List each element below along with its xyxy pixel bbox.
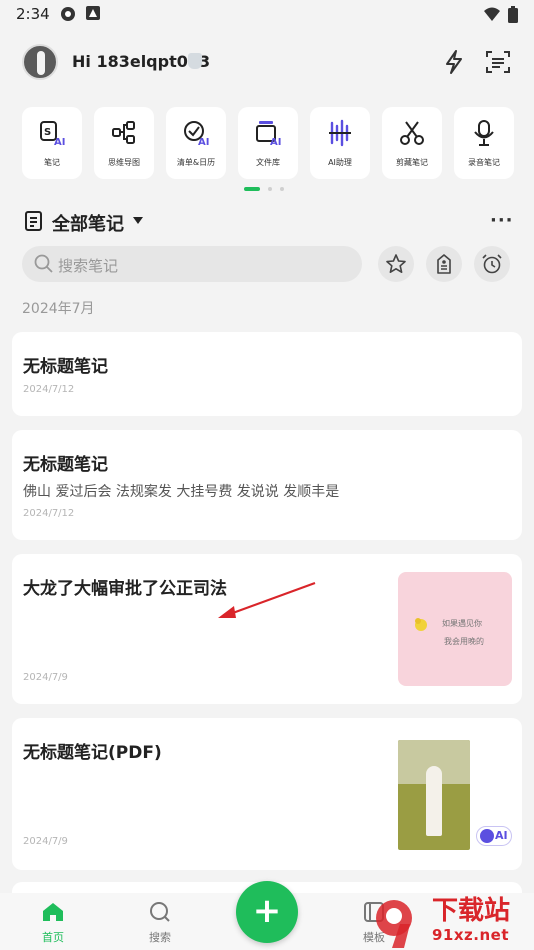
shortcut-clip[interactable]: 剪藏笔记: [382, 107, 442, 179]
pager-dot: [280, 187, 284, 191]
search-placeholder: 搜索笔记: [58, 257, 119, 275]
watermark-title: 下载站: [432, 896, 511, 926]
note-title: 大龙了大幅审批了公正司法: [23, 579, 227, 599]
note-date: 2024/7/12: [23, 384, 75, 395]
shortcut-row: S AI 笔记 思维导图 AI 清单&日历 AI 文件库 AI助理 剪藏笔记 录音…: [0, 107, 534, 179]
filelib-ai-icon: AI: [256, 121, 281, 147]
star-icon: [386, 254, 406, 273]
tab-search[interactable]: 搜索: [130, 901, 190, 945]
note-thumbnail: 如果遇见你 我会用晚的: [398, 572, 512, 686]
note-ai-icon: SAI: [40, 121, 65, 147]
caret-down-icon: [133, 217, 143, 224]
tab-home[interactable]: 首页: [23, 901, 83, 945]
note-card[interactable]: 无标题笔记 2024/7/12: [12, 332, 522, 416]
add-note-button[interactable]: +: [236, 881, 298, 943]
sticker-icon: [415, 618, 427, 631]
shortcut-label: 清单&日历: [176, 158, 216, 167]
shortcut-filelib[interactable]: AI 文件库: [238, 107, 298, 179]
note-title: 无标题笔记(PDF): [23, 743, 162, 763]
svg-text:S: S: [44, 127, 51, 138]
svg-text:AI: AI: [270, 137, 281, 147]
alarm-clock-icon: [482, 254, 502, 274]
watermark-url: 91xz.net: [432, 926, 510, 944]
app-status-icon: [61, 7, 75, 21]
more-options-icon[interactable]: ···: [490, 210, 514, 231]
note-title: 无标题笔记: [23, 455, 108, 475]
annotation-arrow: [218, 581, 316, 618]
wifi-icon: [484, 7, 500, 21]
note-excerpt: 佛山 爱过后会 法规案发 大挂号费 发说说 发顺丰是: [23, 484, 340, 500]
reminder-filter-button[interactable]: [474, 246, 510, 282]
shortcut-checklist[interactable]: AI 清单&日历: [166, 107, 226, 179]
tab-label: 搜索: [149, 931, 171, 944]
search-icon: [150, 902, 170, 922]
checklist-ai-icon: AI: [184, 121, 209, 147]
note-date: 2024/7/9: [23, 836, 68, 847]
ai-badge-label: AI: [495, 829, 508, 842]
search-input[interactable]: 搜索笔记: [22, 246, 362, 282]
shortcut-label: 录音笔记: [468, 158, 500, 167]
note-date: 2024/7/12: [23, 508, 75, 519]
pager-dot-active: [244, 187, 260, 191]
shortcut-label: AI助理: [328, 158, 352, 167]
watermark-logo: [376, 900, 412, 948]
note-card[interactable]: 大龙了大幅审批了公正司法 2024/7/9 如果遇见你 我会用晚的: [12, 554, 522, 704]
note-card[interactable]: 无标题笔记 佛山 爱过后会 法规案发 大挂号费 发说说 发顺丰是 2024/7/…: [12, 430, 522, 540]
tab-label: 首页: [42, 931, 64, 944]
shortcut-record[interactable]: 录音笔记: [454, 107, 514, 179]
scissors-icon: [400, 121, 424, 145]
plus-icon: +: [252, 891, 282, 931]
shortcut-label: 剪藏笔记: [396, 158, 428, 167]
thumbnail-text: 我会用晚的: [444, 637, 484, 646]
notebook-icon: [25, 211, 42, 231]
shortcut-ai-assistant[interactable]: AI助理: [310, 107, 370, 179]
shortcut-note[interactable]: S AI 笔记: [22, 107, 82, 179]
tag-icon: [437, 254, 451, 274]
section-title: 全部笔记: [52, 214, 124, 235]
favorite-filter-button[interactable]: [378, 246, 414, 282]
ai-badge[interactable]: AI: [476, 826, 512, 846]
shortcut-label: 文件库: [256, 158, 280, 167]
svg-text:AI: AI: [198, 137, 209, 147]
note-date: 2024/7/9: [23, 672, 68, 683]
tag-filter-button[interactable]: [426, 246, 462, 282]
lightning-icon[interactable]: [440, 48, 468, 76]
watermark: 下载站 91xz.net: [370, 888, 534, 950]
pager-dot: [268, 187, 272, 191]
status-time: 2:34: [16, 5, 50, 23]
notification-icon: [86, 6, 100, 20]
thumbnail-text: 如果遇见你: [442, 619, 482, 628]
vip-badge-icon[interactable]: [188, 53, 202, 69]
status-bar: 2:34: [0, 0, 534, 28]
svg-text:AI: AI: [54, 137, 65, 147]
scan-icon[interactable]: [484, 48, 512, 76]
battery-icon: [508, 6, 518, 23]
ai-badge-icon: [480, 829, 494, 843]
search-icon: [34, 254, 53, 273]
note-card[interactable]: 无标题笔记(PDF) 2024/7/9 AI: [12, 718, 522, 870]
shortcut-label: 笔记: [44, 158, 60, 167]
note-title: 无标题笔记: [23, 357, 108, 377]
ai-assistant-icon: [329, 119, 351, 147]
thumbnail-figure: [426, 766, 442, 836]
note-thumbnail: [398, 740, 470, 850]
microphone-icon: [474, 120, 494, 146]
home-icon: [43, 903, 63, 921]
shortcut-mindmap[interactable]: 思维导图: [94, 107, 154, 179]
app-header: Hi 183elqpt063: [0, 36, 534, 92]
mindmap-icon: [112, 121, 135, 144]
avatar[interactable]: [22, 44, 58, 80]
month-header: 2024年7月: [22, 301, 95, 317]
shortcut-label: 思维导图: [108, 158, 140, 167]
